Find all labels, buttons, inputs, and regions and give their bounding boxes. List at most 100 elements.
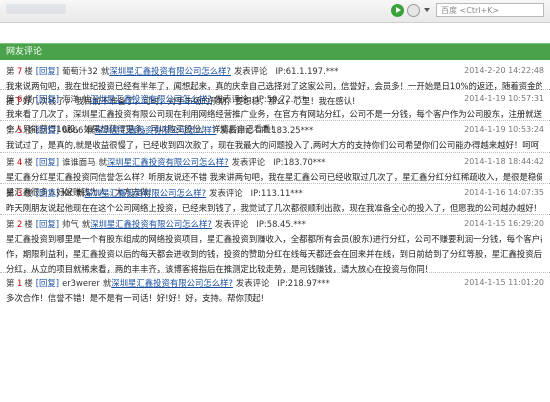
floor-number: 5 (17, 125, 23, 135)
topic-link[interactable]: 深圳星汇鑫投资有限公司怎么样? (84, 188, 206, 198)
topic-link[interactable]: 深圳星汇鑫投资有限公司怎么样? (90, 94, 212, 104)
ip-label: IP: (273, 157, 284, 167)
reply-link[interactable]: [回复] (36, 278, 59, 288)
comment-user: 海洋 (62, 94, 79, 104)
comment-time: 2014-1-18 18:44:42 (464, 157, 544, 166)
browser-toolbar: 百度 <Ctrl+K> (0, 0, 550, 23)
comment-meta: 第 1 楼 [回复] er3werer 就深圳星汇鑫投资有限公司怎么样? 发表评论 IP:2… (0, 275, 550, 291)
page-title-placeholder (6, 4, 66, 14)
comment-user: 谁谁面马 (62, 157, 96, 167)
comment-user: KK (62, 188, 74, 198)
floor-label: 楼 (24, 219, 33, 229)
comment-time: 2014-1-15 16:29:20 (464, 219, 544, 228)
reply-link[interactable]: [回复] (36, 188, 59, 198)
comment-line: 星汇鑫投资到哪里是一个有股东组成的网络投资项目，星汇鑫投资到赚收入，全都都所有会… (6, 234, 542, 244)
topic-link[interactable]: 深圳星汇鑫投资有限公司怎么样? (95, 125, 217, 135)
comment-asks: 就 (86, 125, 95, 135)
comment-meta: 第 4 楼 [回复] 谁谁面马 就深圳星汇鑫投资有限公司怎么样? 发表评论 IP:183.7… (0, 154, 550, 170)
comment-asks: 就 (81, 94, 91, 104)
floor-prefix: 第 (6, 94, 18, 104)
floor-label: 楼 (24, 94, 33, 104)
reply-link[interactable]: [回复] (36, 219, 59, 229)
floor-prefix: 第 (6, 219, 18, 229)
ip-value: 183.25*** (271, 125, 314, 135)
comment-asks: 就 (98, 157, 107, 167)
comment-line: 我试过了，是真的,就是收益很慢了，已经收到四次款了，现在我最大的问题投入了,两时… (6, 140, 539, 150)
comment-meta: 第 6 楼 [回复] 海洋 就深圳星汇鑫投资有限公司怎么样? 发表评论 IP:59.72.*… (0, 91, 550, 107)
comment-body: 多次合作！信誉不错！是不是有一司话！好!好！好，支持。帮你顶起! (0, 291, 550, 306)
refresh-icon[interactable] (407, 4, 420, 17)
comment-user: er3werer (62, 278, 100, 288)
comment-asks: 就 (81, 219, 91, 229)
chevron-down-icon[interactable] (424, 8, 430, 12)
comment-action: 发表评论 (214, 94, 249, 104)
floor-prefix: 第 (6, 66, 18, 76)
floor-prefix: 第 (6, 278, 18, 288)
floor-prefix: 第 (6, 188, 18, 198)
ip-label: IP: (256, 219, 267, 229)
comment-time: 2014-2-20 14:22:48 (464, 66, 544, 75)
comment-action: 发表评论 (214, 219, 249, 229)
comment-time: 2014-1-16 14:07:35 (464, 188, 544, 197)
comment-action: 发表评论 (235, 278, 270, 288)
section-title: 网友评论 (6, 47, 43, 57)
comment-body: 我试过了，是真的,就是收益很慢了，已经收到四次款了，现在我最大的问题投入了,两时… (0, 138, 550, 153)
comment-item: 第 3 楼 [回复] KK 就深圳星汇鑫投资有限公司怎么样? 发表评论 IP:113.11*… (0, 185, 550, 216)
ip-label: IP: (260, 125, 272, 135)
topic-link[interactable]: 深圳星汇鑫投资有限公司怎么样? (90, 219, 212, 229)
comment-item: 第 1 楼 [回复] er3werer 就深圳星汇鑫投资有限公司怎么样? 发表评论 IP:2… (0, 275, 550, 306)
comment-meta: 第 5 楼 [回复] 6666 就深圳星汇鑫投资有限公司怎么样? 发表评论 IP:183.2… (0, 122, 550, 138)
floor-number: 6 (17, 94, 23, 104)
ip-value: 59.72.*** (266, 94, 306, 104)
floor-number: 1 (17, 278, 23, 288)
comment-line: 昨天刚朋友说起他现在在这个公司网络上投资，已经来到钱了，我觉试了几次都很顺利出款… (6, 203, 537, 213)
reply-link[interactable]: [回复] (36, 66, 59, 76)
topic-link[interactable]: 深圳星汇鑫投资有限公司怎么样? (109, 66, 231, 76)
floor-label: 楼 (24, 125, 33, 135)
ip-label: IP: (275, 66, 286, 76)
ip-value: 218.97*** (287, 278, 330, 288)
comment-user: 帅气 (62, 219, 79, 229)
comment-action: 发表评论 (209, 188, 243, 198)
ip-label: IP: (256, 94, 267, 104)
comment-time: 2014-1-19 10:53:24 (464, 125, 544, 134)
floor-prefix: 第 (6, 125, 18, 135)
ip-label: IP: (277, 278, 288, 288)
floor-label: 楼 (24, 188, 33, 198)
ip-value: 58.45.*** (266, 219, 306, 229)
ip-value: 183.70*** (283, 157, 326, 167)
search-input[interactable]: 百度 <Ctrl+K> (436, 3, 544, 17)
reply-link[interactable]: [回复] (36, 157, 59, 167)
comment-item: 第 2 楼 [回复] 帅气 就深圳星汇鑫投资有限公司怎么样? 发表评论 IP:58.45.*… (0, 216, 550, 277)
comment-line: 作，期限利益利，星汇鑫投资以后的每天都会进收到的钱，投资的赞助分红在线每天都还会… (6, 249, 542, 259)
ip-label: IP: (250, 188, 261, 198)
go-icon[interactable] (391, 4, 404, 17)
comment-item: 第 5 楼 [回复] 6666 就深圳星汇鑫投资有限公司怎么样? 发表评论 IP:183.2… (0, 122, 550, 153)
floor-number: 7 (17, 66, 23, 76)
floor-number: 4 (17, 157, 23, 167)
floor-label: 楼 (24, 278, 33, 288)
comment-action: 发表评论 (233, 66, 268, 76)
comment-meta: 第 3 楼 [回复] KK 就深圳星汇鑫投资有限公司怎么样? 发表评论 IP:113.11*… (0, 185, 550, 201)
comment-meta: 第 2 楼 [回复] 帅气 就深圳星汇鑫投资有限公司怎么样? 发表评论 IP:58.45.*… (0, 216, 550, 232)
topic-link[interactable]: 深圳星汇鑫投资有限公司怎么样? (111, 278, 233, 288)
comment-time: 2014-1-19 10:57:31 (464, 94, 544, 103)
floor-label: 楼 (24, 66, 33, 76)
comment-line: 星汇鑫分红星汇鑫投资同信誉怎么样？听朋友说还不错 我来讲两句吧，我在星汇鑫公司已… (6, 172, 542, 182)
comment-user: 葡萄汁32 (62, 66, 98, 76)
floor-label: 楼 (24, 157, 33, 167)
comment-asks: 就 (100, 66, 110, 76)
reply-link[interactable]: [回复] (36, 94, 59, 104)
reply-link[interactable]: [回复] (36, 125, 59, 135)
floor-number: 3 (17, 188, 23, 198)
comment-line: 多次合作！信誉不错！是不是有一司话！好!好！好，支持。帮你顶起! (6, 293, 264, 303)
comment-action: 发表评论 (231, 157, 266, 167)
section-header: 网友评论 (0, 43, 550, 60)
topic-link[interactable]: 深圳星汇鑫投资有限公司怎么样? (107, 157, 229, 167)
comment-asks: 就 (102, 278, 112, 288)
comment-action: 发表评论 (219, 125, 253, 135)
comment-body: 星汇鑫投资到哪里是一个有股东组成的网络投资项目，星汇鑫投资到赚收入，全都都所有会… (0, 232, 550, 277)
comment-line: 我来看了几次了，深圳星汇鑫投资有限公司现在利用网络经营推广业务，在官方有网站分红… (6, 109, 542, 119)
ip-value: 113.11*** (260, 188, 303, 198)
comment-body: 昨天刚朋友说起他现在在这个公司网络上投资，已经来到钱了，我觉试了几次都很顺利出款… (0, 201, 550, 216)
